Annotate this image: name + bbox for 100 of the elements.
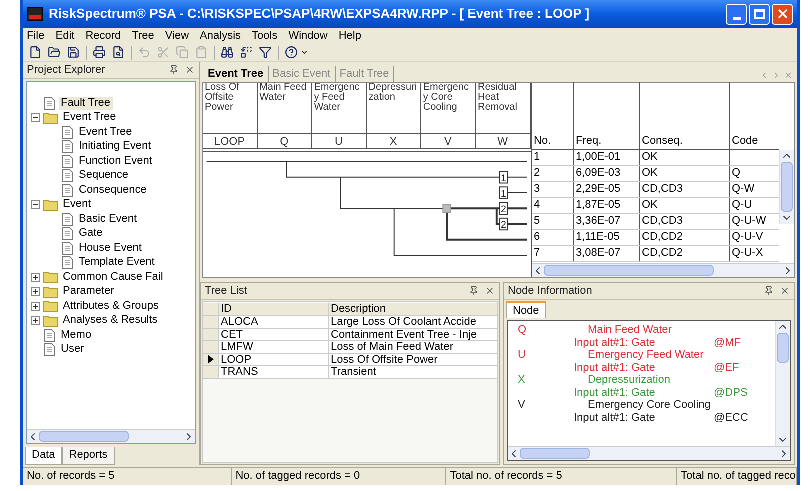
status-text: No. of records = 5 bbox=[23, 468, 232, 485]
menu-item[interactable]: Tools bbox=[252, 28, 278, 44]
plus-icon bbox=[32, 274, 39, 281]
explorer-item[interactable]: User bbox=[59, 343, 86, 356]
scroll-thumb[interactable] bbox=[520, 448, 590, 459]
menu-item[interactable]: Edit bbox=[56, 28, 75, 44]
collapse-toggle[interactable] bbox=[31, 200, 40, 210]
open-folder-icon[interactable] bbox=[48, 46, 61, 59]
replace-icon[interactable] bbox=[240, 46, 253, 59]
horizontal-scrollbar[interactable] bbox=[508, 446, 790, 460]
plus-icon bbox=[32, 288, 39, 296]
filter-icon[interactable] bbox=[259, 46, 272, 59]
explorer-item[interactable]: Event Tree bbox=[61, 111, 118, 124]
node-title: Emergency Feed Water bbox=[588, 349, 704, 362]
event-code: LOOP bbox=[203, 133, 257, 148]
vertical-scrollbar[interactable] bbox=[775, 321, 790, 446]
explorer-item[interactable]: Function Event bbox=[77, 154, 154, 168]
print-preview-icon[interactable] bbox=[112, 46, 125, 59]
close-icon[interactable] bbox=[485, 286, 495, 296]
vertical-scrollbar[interactable] bbox=[779, 150, 794, 224]
horizontal-scrollbar[interactable] bbox=[532, 263, 794, 277]
explorer-item[interactable]: Memo bbox=[59, 328, 94, 342]
panel-tab[interactable]: Data bbox=[25, 447, 62, 465]
explorer-item[interactable]: Analyses & Results bbox=[61, 314, 160, 328]
status-text: Total no. of records = 5 bbox=[446, 468, 678, 485]
caret-icon[interactable] bbox=[300, 48, 309, 57]
horizontal-scrollbar[interactable] bbox=[27, 429, 195, 443]
binoculars-icon[interactable] bbox=[221, 46, 234, 59]
table-cell: CD,CD3 bbox=[640, 214, 730, 229]
scroll-thumb[interactable] bbox=[544, 265, 714, 276]
table-cell: 1 bbox=[532, 150, 574, 165]
minimize-button[interactable] bbox=[726, 4, 747, 24]
save-icon[interactable] bbox=[67, 46, 80, 59]
panel-tab[interactable]: Reports bbox=[62, 447, 115, 465]
row-header[interactable] bbox=[203, 354, 218, 365]
menu-item[interactable]: Window bbox=[288, 28, 328, 44]
document-icon bbox=[61, 154, 74, 168]
close-icon[interactable] bbox=[185, 65, 195, 75]
transfer-marker: 2 bbox=[499, 218, 508, 232]
explorer-item[interactable]: Initiating Event bbox=[77, 140, 154, 154]
table-cell-text: Q-U-V bbox=[731, 230, 764, 245]
input-label: Input alt#1: Gate bbox=[574, 386, 656, 399]
table-cell-text: Q-W bbox=[731, 182, 756, 197]
printer-icon[interactable] bbox=[93, 46, 106, 59]
document-icon bbox=[61, 140, 74, 154]
explorer-item[interactable]: Attributes & Groups bbox=[61, 300, 161, 313]
event-code: V bbox=[421, 133, 475, 148]
menu-item[interactable]: Help bbox=[338, 28, 362, 44]
scroll-thumb[interactable] bbox=[781, 162, 793, 212]
table-cell: 7 bbox=[532, 246, 574, 261]
menu-item[interactable]: Analysis bbox=[200, 28, 242, 44]
expand-toggle[interactable] bbox=[31, 316, 40, 326]
node-tab[interactable]: Node bbox=[506, 301, 546, 318]
node-code: Q bbox=[518, 324, 528, 336]
node-title: Emergency Core Cooling bbox=[588, 399, 711, 412]
explorer-item[interactable]: Basic Event bbox=[77, 212, 140, 226]
help-icon[interactable] bbox=[285, 46, 298, 59]
menu-item[interactable]: Tree bbox=[132, 28, 154, 44]
close-icon[interactable] bbox=[780, 286, 790, 296]
status-text: Total no. of tagged reco bbox=[677, 468, 797, 485]
explorer-item[interactable]: Event bbox=[61, 198, 94, 212]
pin-icon[interactable] bbox=[469, 286, 479, 296]
table-cell: OK bbox=[640, 150, 730, 165]
window-title: RiskSpectrum® PSA - C:\RISKSPEC\PSAP\4RW\EXPSA4RW.RPP - [ Event Tree : LOOP ] bbox=[49, 5, 591, 24]
document-icon bbox=[61, 212, 74, 226]
table-cell: LOOP bbox=[218, 354, 328, 365]
explorer-item[interactable]: Template Event bbox=[77, 256, 157, 270]
scroll-thumb[interactable] bbox=[39, 431, 129, 442]
explorer-item[interactable]: House Event bbox=[77, 242, 144, 255]
menu-item[interactable]: Record bbox=[86, 28, 122, 44]
menu-item[interactable]: File bbox=[27, 28, 45, 44]
menu-item[interactable]: View bbox=[165, 28, 190, 44]
explorer-item[interactable]: Common Cause Fail bbox=[61, 270, 166, 284]
clipboard-icon[interactable] bbox=[195, 46, 208, 59]
explorer-item[interactable]: Gate bbox=[77, 227, 105, 240]
new-file-icon[interactable] bbox=[29, 46, 42, 59]
folder-icon bbox=[43, 314, 58, 327]
explorer-item[interactable]: Sequence bbox=[77, 169, 131, 182]
table-cell: 5 bbox=[532, 214, 574, 229]
explorer-item[interactable]: Parameter bbox=[61, 285, 116, 298]
transfer-marker: 1 bbox=[499, 186, 508, 200]
pin-icon[interactable] bbox=[764, 286, 774, 296]
expand-toggle[interactable] bbox=[31, 272, 40, 282]
maximize-button[interactable] bbox=[749, 4, 770, 24]
app-icon bbox=[27, 7, 43, 21]
document-icon bbox=[61, 184, 74, 197]
explorer-item[interactable]: Fault Tree bbox=[59, 96, 113, 110]
expand-toggle[interactable] bbox=[31, 287, 40, 296]
explorer-item[interactable]: Consequence bbox=[77, 184, 149, 197]
node-code: X bbox=[518, 374, 526, 386]
event-code: X bbox=[366, 133, 420, 148]
close-button[interactable] bbox=[772, 4, 793, 24]
pin-icon[interactable] bbox=[169, 65, 179, 75]
scroll-thumb[interactable] bbox=[777, 333, 789, 363]
gate-icon bbox=[442, 204, 452, 214]
explorer-item[interactable]: Event Tree bbox=[77, 126, 134, 139]
collapse-toggle[interactable] bbox=[31, 113, 40, 122]
expand-toggle[interactable] bbox=[31, 302, 40, 311]
table-cell: ALOCA bbox=[218, 316, 328, 328]
plus-icon bbox=[32, 302, 39, 310]
